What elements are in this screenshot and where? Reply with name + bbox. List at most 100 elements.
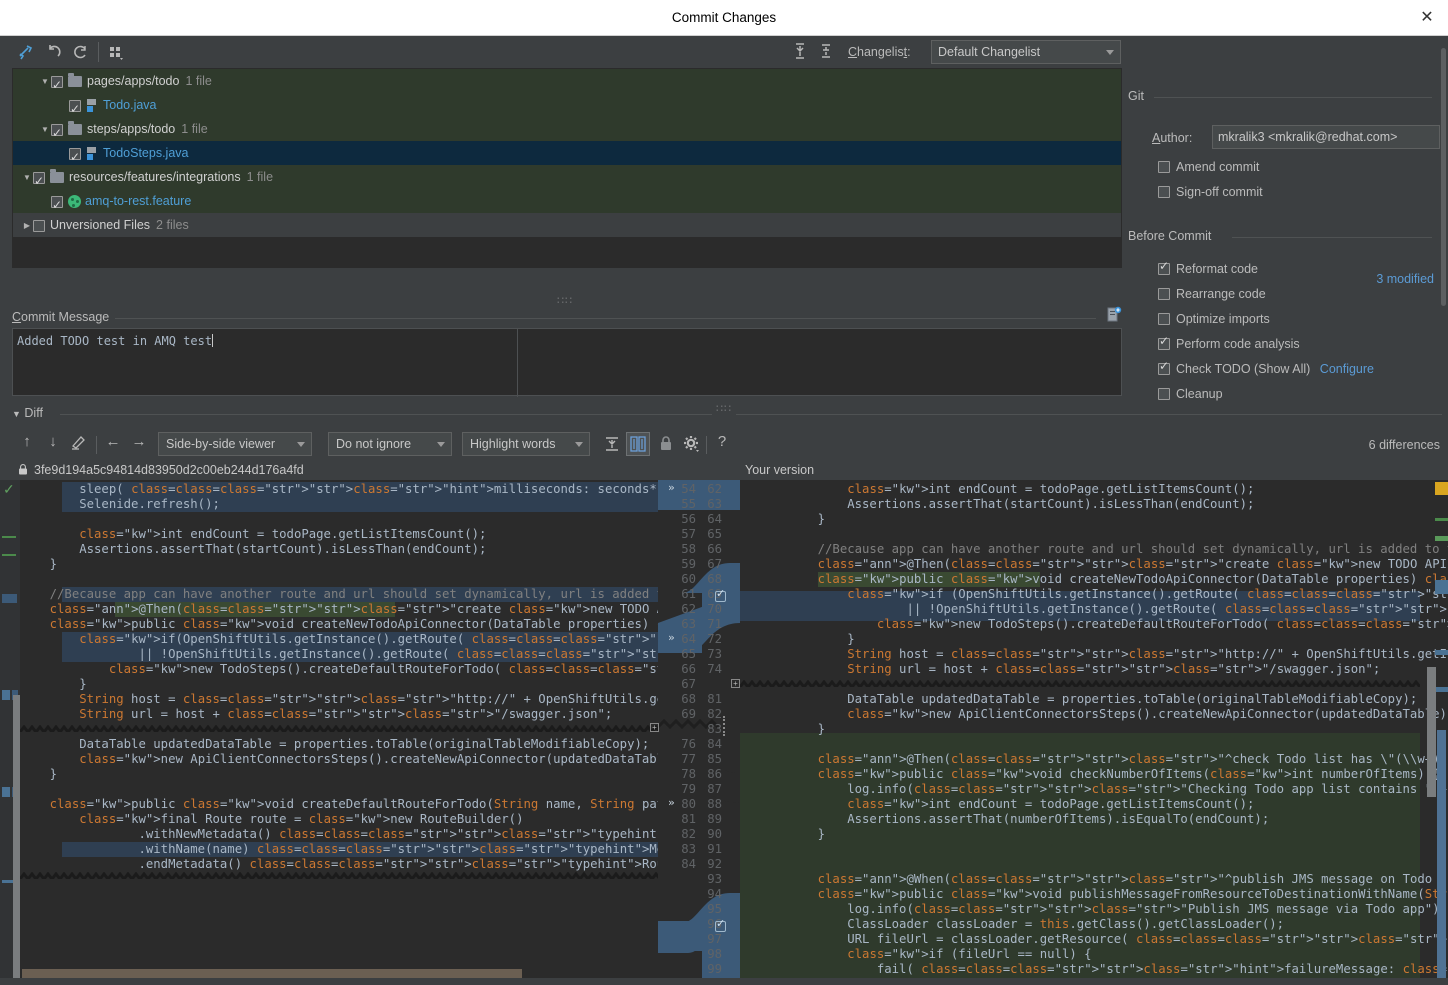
- tree-row-label: Todo.java: [103, 98, 157, 112]
- collapse-unchanged-icon[interactable]: [600, 432, 624, 456]
- sign-off-commit-checkbox[interactable]: Sign-off commit: [1158, 185, 1263, 207]
- commit-message-history-icon[interactable]: [1106, 306, 1122, 324]
- collapsed-region-separator[interactable]: [20, 723, 658, 732]
- apply-change-icon[interactable]: »: [668, 481, 675, 494]
- code-line: class="kw">if(OpenShiftUtils.getInstance…: [79, 632, 722, 646]
- collapsed-region-separator[interactable]: [740, 678, 1420, 687]
- apply-change-icon[interactable]: »: [668, 796, 675, 809]
- line-number: 98: [707, 947, 722, 961]
- code-line: class="kw">public class="kw">void create…: [49, 617, 722, 631]
- collapsed-region-separator[interactable]: [20, 870, 658, 879]
- expand-region-icon[interactable]: +: [731, 679, 740, 688]
- code-line: Assertions.assertThat(startCount).isLess…: [788, 497, 1255, 511]
- amend-commit-checkbox[interactable]: Amend commit: [1158, 160, 1259, 182]
- left-diff-pane[interactable]: ✓ sleep( class=class=class="str">"str">c…: [0, 480, 722, 978]
- tree-row-checkbox[interactable]: [69, 145, 81, 169]
- accept-change-icon[interactable]: ✓: [3, 482, 15, 496]
- tree-row[interactable]: ▼ pages/apps/todo 1 file: [13, 69, 1121, 97]
- options-scrollbar[interactable]: [1441, 48, 1446, 306]
- tree-row-checkbox[interactable]: [33, 169, 45, 193]
- left-change-markers: ✓: [0, 480, 23, 978]
- tree-row-checkbox[interactable]: [51, 193, 63, 217]
- revert-icon[interactable]: [44, 42, 66, 62]
- left-code-area[interactable]: sleep( class=class=class="str">"str">cla…: [20, 480, 722, 978]
- apply-change-icon[interactable]: »: [668, 631, 675, 644]
- error-stripe-marker[interactable]: [1435, 482, 1448, 495]
- code-line: class="kw">if (fileUrl == null) {: [847, 947, 1092, 961]
- tree-row[interactable]: ▼ resources/features/integrations 1 file: [13, 165, 1121, 193]
- changelist-value: Default Changelist: [938, 45, 1041, 59]
- tree-twisty-icon[interactable]: ▼: [21, 166, 33, 190]
- right-diff-pane[interactable]: class="kw">int endCount = todoPage.getLi…: [740, 480, 1448, 978]
- tree-twisty-icon[interactable]: ▼: [39, 70, 51, 94]
- left-horizontal-scrollbar[interactable]: [22, 969, 522, 978]
- splitter-handle[interactable]: ∷∷: [557, 294, 573, 307]
- tree-row-checkbox[interactable]: [51, 121, 63, 145]
- tree-twisty-icon[interactable]: ▼: [39, 118, 51, 142]
- expand-all-icon[interactable]: [790, 41, 812, 61]
- two-side-diff-icon[interactable]: [626, 432, 650, 456]
- tree-row[interactable]: TodoSteps.java: [13, 141, 1121, 169]
- line-number: 83: [681, 842, 696, 856]
- configure-link[interactable]: Configure: [1320, 362, 1374, 376]
- line-number: 81: [707, 692, 722, 706]
- arrow-left-icon[interactable]: ←: [102, 433, 124, 455]
- diff-section-label[interactable]: ▼ Diff: [12, 406, 49, 420]
- code-line: class="kw">int endCount = todoPage.getLi…: [847, 482, 1255, 496]
- optimize-imports-checkbox[interactable]: Optimize imports: [1158, 312, 1270, 334]
- group-by-icon[interactable]: [106, 42, 128, 62]
- rearrange-code-checkbox[interactable]: Rearrange code: [1158, 287, 1266, 309]
- arrow-right-icon[interactable]: →: [128, 433, 150, 455]
- chevron-down-icon: [1106, 50, 1114, 55]
- include-change-checkbox[interactable]: [715, 587, 726, 602]
- right-vertical-scrollbar[interactable]: [1427, 667, 1436, 797]
- tree-row-count: 2 files: [156, 218, 189, 232]
- gear-icon[interactable]: [680, 432, 704, 456]
- tree-row[interactable]: ▶ Unversioned Files 2 files: [13, 213, 1121, 237]
- ignore-mode-dropdown[interactable]: Do not ignore: [328, 432, 452, 456]
- expand-region-icon[interactable]: +: [650, 723, 659, 732]
- line-number: 84: [707, 737, 722, 751]
- changelist-dropdown[interactable]: Default Changelist: [931, 40, 1121, 64]
- line-number: 68: [681, 692, 696, 706]
- close-icon[interactable]: ✕: [1416, 8, 1438, 28]
- line-number: 93: [707, 872, 722, 886]
- code-line: fail( class=class=class="str">"str">clas…: [788, 962, 1448, 976]
- highlight-mode-dropdown[interactable]: Highlight words: [462, 432, 590, 456]
- lock-icon[interactable]: [654, 432, 678, 456]
- java-file-icon: [86, 147, 99, 161]
- right-code-area[interactable]: class="kw">int endCount = todoPage.getLi…: [740, 480, 1448, 978]
- line-number: 73: [707, 647, 722, 661]
- line-number: 61: [681, 587, 696, 601]
- tree-twisty-icon[interactable]: ▶: [21, 214, 33, 238]
- arrow-down-icon[interactable]: ↓: [42, 433, 64, 455]
- pencil-icon[interactable]: [68, 433, 90, 455]
- line-number: 91: [707, 842, 722, 856]
- show-diff-icon[interactable]: [16, 42, 38, 62]
- changed-files-tree[interactable]: ▼ pages/apps/todo 1 file Todo.java ▼ steps/ap…: [12, 68, 1122, 268]
- tree-row[interactable]: amq-to-rest.feature: [13, 189, 1121, 217]
- author-field[interactable]: mkralik3 <mkralik@redhat.com>: [1212, 125, 1440, 149]
- tree-row[interactable]: Todo.java: [13, 93, 1121, 121]
- code-line: String host = class=class="str">"str">cl…: [79, 692, 722, 706]
- feature-file-icon: [68, 195, 81, 209]
- reformat-code-checkbox[interactable]: Reformat code: [1158, 259, 1258, 284]
- line-number: 72: [707, 632, 722, 646]
- check-todo-checkbox[interactable]: Check TODO (Show All) Configure: [1158, 359, 1374, 384]
- collapse-all-icon[interactable]: [816, 41, 838, 61]
- diff-splitter-handle[interactable]: ∷∷: [712, 402, 736, 415]
- line-number: 63: [681, 617, 696, 631]
- tree-row-checkbox[interactable]: [69, 97, 81, 121]
- refresh-icon[interactable]: [70, 42, 92, 62]
- tree-row[interactable]: ▼ steps/apps/todo 1 file: [13, 117, 1121, 145]
- viewer-mode-dropdown[interactable]: Side-by-side viewer: [158, 432, 312, 456]
- include-change-checkbox[interactable]: [715, 917, 726, 932]
- perform-code-analysis-checkbox[interactable]: Perform code analysis: [1158, 334, 1300, 359]
- commit-message-input[interactable]: Added TODO test in AMQ test: [12, 328, 1122, 397]
- question-mark-icon[interactable]: ?: [712, 433, 732, 455]
- arrow-up-icon[interactable]: ↑: [16, 433, 38, 455]
- tree-row-checkbox[interactable]: [51, 73, 63, 97]
- line-number: 95: [707, 902, 722, 916]
- tree-row-checkbox[interactable]: [33, 219, 45, 232]
- code-line: }: [20, 677, 87, 691]
